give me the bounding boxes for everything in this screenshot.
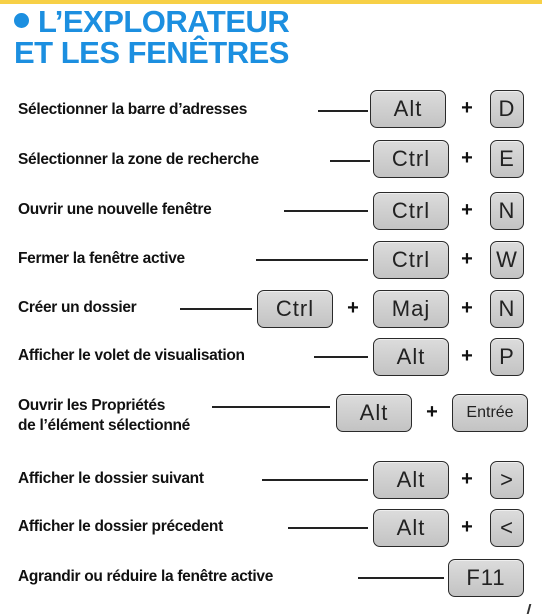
shortcut-row-4: Fermer la fenêtre active Ctrl + W	[0, 241, 542, 281]
shortcut-label-line-1: Ouvrir les Propriétés	[18, 397, 166, 414]
shortcut-row-2: Sélectionner la zone de recherche Ctrl +…	[0, 140, 542, 180]
shortcut-row-9: Afficher le dossier précedent Alt + <	[0, 509, 542, 549]
shortcut-label: Afficher le volet de visualisation	[18, 347, 245, 364]
plus-sign: +	[461, 468, 473, 490]
leader-line	[330, 160, 370, 162]
key-ctrl: Ctrl	[373, 192, 449, 230]
shortcut-label: Afficher le dossier suivant	[18, 470, 204, 487]
key-alt: Alt	[373, 461, 449, 499]
shortcut-label: Sélectionner la zone de recherche	[18, 151, 259, 168]
leader-line	[318, 110, 368, 112]
key-w: W	[490, 241, 524, 279]
key-alt: Alt	[373, 509, 449, 547]
key-entree: Entrée	[452, 394, 528, 432]
leader-line	[212, 406, 330, 408]
bullet-icon	[14, 13, 29, 28]
key-n: N	[490, 290, 524, 328]
shortcut-row-3: Ouvrir une nouvelle fenêtre Ctrl + N	[0, 192, 542, 232]
plus-sign: +	[461, 147, 473, 169]
shortcut-row-5: Créer un dossier Ctrl + Maj + N	[0, 290, 542, 330]
plus-sign: +	[426, 401, 438, 423]
plus-sign: +	[461, 345, 473, 367]
key-greater-than: >	[490, 461, 524, 499]
leader-line	[358, 577, 444, 579]
key-f11: F11	[448, 559, 524, 597]
key-p: P	[490, 338, 524, 376]
key-ctrl: Ctrl	[257, 290, 333, 328]
shortcut-label: Fermer la fenêtre active	[18, 250, 185, 267]
leader-line	[314, 356, 368, 358]
shortcut-label: Ouvrir une nouvelle fenêtre	[18, 201, 212, 218]
key-less-than: <	[490, 509, 524, 547]
key-ctrl: Ctrl	[373, 140, 449, 178]
key-alt: Alt	[336, 394, 412, 432]
title-text-1: L’EXPLORATEUR	[38, 4, 290, 39]
page-corner-mark	[526, 604, 538, 614]
plus-sign: +	[461, 97, 473, 119]
shortcut-row-6: Afficher le volet de visualisation Alt +…	[0, 338, 542, 378]
shortcut-label: Agrandir ou réduire la fenêtre active	[18, 568, 274, 585]
plus-sign: +	[461, 297, 473, 319]
key-alt: Alt	[373, 338, 449, 376]
key-e: E	[490, 140, 524, 178]
shortcut-row-10: Agrandir ou réduire la fenêtre active F1…	[0, 559, 542, 599]
leader-line	[256, 259, 368, 261]
shortcut-label: Sélectionner la barre d’adresses	[18, 101, 248, 118]
key-d: D	[490, 90, 524, 128]
shortcut-row-1: Sélectionner la barre d’adresses Alt + D	[0, 90, 542, 130]
leader-line	[288, 527, 368, 529]
shortcut-label: Créer un dossier	[18, 299, 137, 316]
plus-sign: +	[461, 248, 473, 270]
page-title: L’EXPLORATEUR ET LES FENÊTRES	[14, 4, 290, 70]
key-alt: Alt	[370, 90, 446, 128]
shortcut-label: Afficher le dossier précedent	[18, 518, 223, 535]
title-line-1: L’EXPLORATEUR	[14, 4, 290, 39]
shortcut-row-8: Afficher le dossier suivant Alt + >	[0, 461, 542, 501]
key-maj: Maj	[373, 290, 449, 328]
leader-line	[262, 479, 368, 481]
leader-line	[284, 210, 368, 212]
shortcut-row-7: Ouvrir les Propriétés de l’élément sélec…	[0, 394, 542, 444]
shortcut-label-line-2: de l’élément sélectionné	[18, 417, 190, 434]
plus-sign: +	[461, 199, 473, 221]
plus-sign: +	[461, 516, 473, 538]
key-n: N	[490, 192, 524, 230]
leader-line	[180, 308, 252, 310]
key-ctrl: Ctrl	[373, 241, 449, 279]
plus-sign: +	[347, 297, 359, 319]
title-line-2: ET LES FENÊTRES	[14, 35, 289, 70]
